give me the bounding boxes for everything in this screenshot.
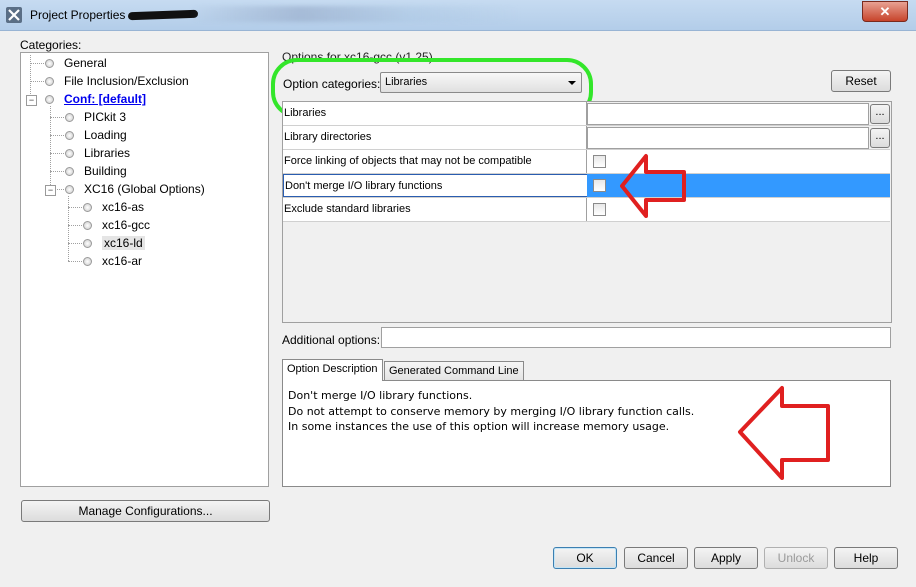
tree-line: [68, 225, 82, 226]
exclude-standard-checkbox[interactable]: [593, 203, 606, 216]
categories-label: Categories:: [20, 38, 82, 52]
tree-item-xc16-as[interactable]: xc16-as: [83, 199, 144, 215]
description-line: Don't merge I/O library functions.: [288, 389, 473, 402]
tab-option-description[interactable]: Option Description: [282, 359, 383, 381]
node-icon: [65, 185, 74, 195]
option-row-libraries[interactable]: Libraries ...: [283, 102, 890, 126]
tree-line: [30, 63, 44, 64]
node-icon: [83, 239, 92, 249]
window-title: Project Properties -: [30, 8, 133, 22]
libraries-field[interactable]: [587, 103, 869, 125]
ok-button[interactable]: OK: [553, 547, 617, 569]
library-directories-browse-button[interactable]: ...: [870, 128, 890, 148]
collapse-toggle-conf[interactable]: −: [26, 95, 37, 106]
option-row-force-linking[interactable]: Force linking of objects that may not be…: [283, 150, 890, 174]
library-directories-field[interactable]: [587, 127, 869, 149]
node-icon: [65, 167, 74, 177]
option-description-panel: Don't merge I/O library functions. Do no…: [282, 380, 891, 487]
description-text: Don't merge I/O library functions. Do no…: [288, 388, 694, 435]
tree-line: [55, 189, 64, 190]
tree-line: [50, 117, 64, 118]
option-value-cell-selected: [587, 174, 890, 197]
tree-item-xc16-global[interactable]: XC16 (Global Options): [65, 181, 205, 197]
node-icon: [65, 149, 74, 159]
node-icon: [65, 113, 74, 123]
additional-options-label: Additional options:: [282, 333, 381, 347]
node-icon: [45, 95, 54, 105]
tree-line: [30, 81, 44, 82]
node-icon: [83, 257, 92, 267]
collapse-toggle-xc16[interactable]: −: [45, 185, 56, 196]
apply-button[interactable]: Apply: [694, 547, 758, 569]
close-button[interactable]: ✕: [862, 1, 908, 22]
force-linking-checkbox[interactable]: [593, 155, 606, 168]
tree-line: [30, 55, 31, 100]
blurred-path: [190, 6, 520, 22]
tree-line: [50, 106, 51, 189]
reset-button[interactable]: Reset: [831, 70, 891, 92]
option-row-dont-merge-io[interactable]: Don't merge I/O library functions: [283, 174, 890, 198]
tree-line: [50, 135, 64, 136]
cancel-button[interactable]: Cancel: [624, 547, 688, 569]
option-label: Library directories: [283, 126, 587, 149]
tree-line: [68, 243, 82, 244]
title-bar: Project Properties - ✕: [0, 0, 916, 31]
tree-line: [68, 196, 69, 261]
node-icon: [45, 59, 54, 69]
tab-generated-command-line[interactable]: Generated Command Line: [384, 361, 524, 381]
tree-item-pickit3[interactable]: PICkit 3: [65, 109, 126, 125]
option-row-library-directories[interactable]: Library directories ...: [283, 126, 890, 150]
redaction-mark: [127, 9, 199, 21]
categories-tree: − − General File Inclusion/Exclusion Con…: [20, 52, 269, 487]
tree-item-loading[interactable]: Loading: [65, 127, 127, 143]
tree-item-conf[interactable]: Conf: [default]: [45, 91, 146, 107]
description-line: Do not attempt to conserve memory by mer…: [288, 404, 695, 418]
tree-line: [50, 171, 64, 172]
option-label: Force linking of objects that may not be…: [283, 150, 587, 173]
tree-item-libraries[interactable]: Libraries: [65, 145, 130, 161]
dont-merge-io-checkbox[interactable]: [593, 179, 606, 192]
manage-configurations-button[interactable]: Manage Configurations...: [21, 500, 270, 522]
node-icon: [83, 203, 92, 213]
node-icon: [45, 77, 54, 87]
tree-line: [50, 153, 64, 154]
app-icon: [6, 7, 22, 23]
additional-options-input[interactable]: [381, 327, 891, 348]
unlock-button: Unlock: [764, 547, 828, 569]
option-row-exclude-standard[interactable]: Exclude standard libraries: [283, 198, 890, 222]
tree-item-general[interactable]: General: [45, 55, 107, 71]
tree-item-xc16-gcc[interactable]: xc16-gcc: [83, 217, 150, 233]
tree-item-file-inclusion[interactable]: File Inclusion/Exclusion: [45, 73, 189, 89]
tree-item-xc16-ld[interactable]: xc16-ld: [83, 235, 145, 251]
tree-line: [68, 207, 82, 208]
description-line: In some instances the use of this option…: [288, 420, 670, 433]
option-value-cell: [587, 198, 890, 221]
node-icon: [83, 221, 92, 231]
tree-line: [68, 261, 82, 262]
option-value-cell: [587, 150, 890, 173]
option-label: Don't merge I/O library functions: [283, 174, 588, 197]
option-label: Libraries: [283, 102, 587, 125]
node-icon: [65, 131, 74, 141]
options-property-grid: Libraries ... Library directories ... Fo…: [282, 101, 892, 323]
tree-item-xc16-ar[interactable]: xc16-ar: [83, 253, 142, 269]
option-label: Exclude standard libraries: [283, 198, 587, 221]
tree-item-building[interactable]: Building: [65, 163, 127, 179]
libraries-browse-button[interactable]: ...: [870, 104, 890, 124]
help-button[interactable]: Help: [834, 547, 898, 569]
